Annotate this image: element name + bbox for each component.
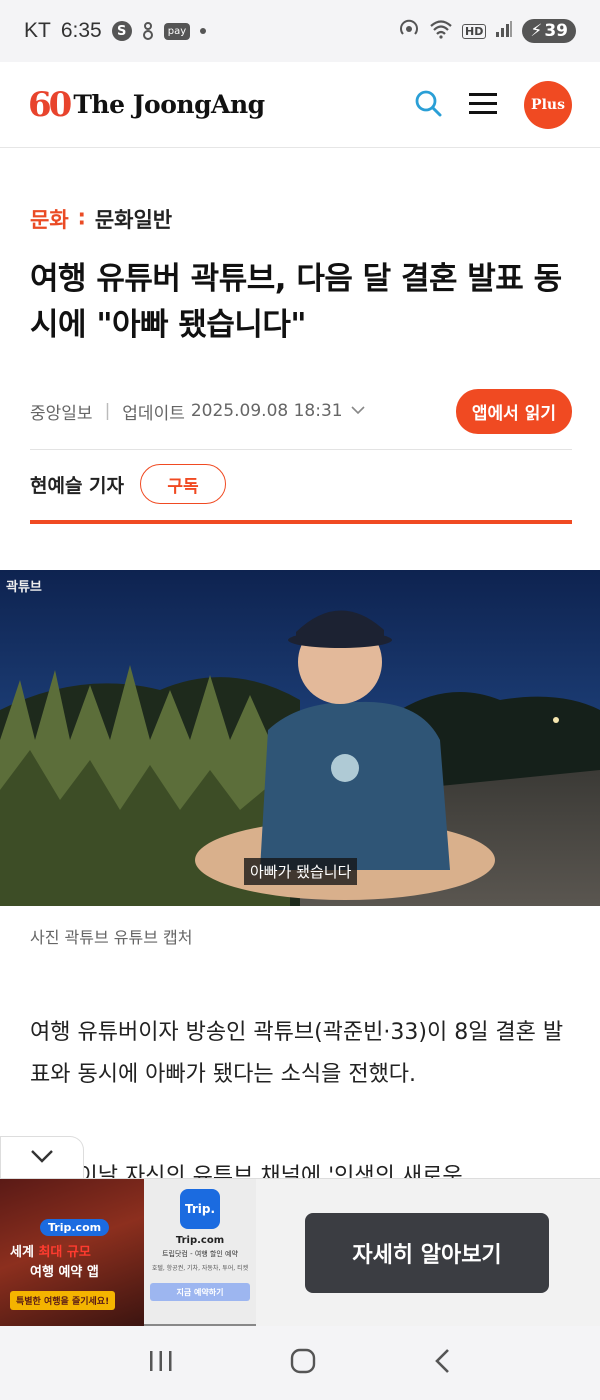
reporter-name[interactable]: 현예슬 기자	[30, 471, 124, 498]
recent-apps-icon[interactable]	[148, 1349, 174, 1377]
ad-banner[interactable]: Trip.com 세계 최대 규모 여행 예약 앱 특별한 여행을 즐기세요! …	[0, 1178, 600, 1327]
article-headline: 여행 유튜버 곽튜브, 다음 달 결혼 발표 동시에 "아빠 됐습니다"	[30, 261, 562, 343]
updated-label: 업데이트	[122, 403, 185, 424]
meta-divider: |	[104, 401, 111, 421]
search-icon[interactable]	[414, 89, 442, 121]
ad-image-line1-highlight: 최대 규모	[38, 1245, 91, 1260]
updated-time: 2025.09.08 18:31	[190, 401, 343, 421]
ad-small-cta[interactable]: 지금 예약하기	[150, 1283, 250, 1301]
video-subtitle: 아빠가 됐습니다	[244, 858, 358, 885]
breadcrumb-subsection[interactable]: 문화일반	[95, 204, 172, 234]
hotspot-icon	[398, 18, 420, 44]
ad-info-panel[interactable]: Trip. Trip.com 트립닷컴 - 여행 할인 예약 호텔, 항공권, …	[144, 1179, 256, 1327]
trip-logo: Trip.	[180, 1189, 220, 1229]
home-icon[interactable]	[289, 1347, 317, 1379]
reporter-row: 현예슬 기자 구독	[30, 464, 227, 504]
site-header: 60 The JoongAng Plus	[0, 62, 600, 148]
logo-wordmark: The JoongAng	[73, 90, 265, 119]
header-actions: Plus	[414, 80, 572, 129]
hd-icon: HD	[462, 23, 487, 39]
ad-brand: Trip.com	[175, 1235, 225, 1246]
joongang-logo[interactable]: 60 The JoongAng	[28, 85, 265, 125]
ad-collapse-button[interactable]	[0, 1136, 84, 1178]
article-photo[interactable]: 곽튜브 아빠가 됐습니다	[0, 570, 600, 906]
back-icon[interactable]	[432, 1347, 452, 1379]
ad-image-pill: Trip.com	[40, 1219, 110, 1236]
article-body-paragraph: 여행 유튜버이자 방송인 곽튜브(곽준빈·33)이 8일 결혼 발표와 동시에 …	[30, 1020, 564, 1087]
menu-icon[interactable]	[468, 91, 498, 119]
carrier-label: KT	[24, 19, 51, 42]
read-in-app-button[interactable]: 앱에서 읽기	[455, 388, 572, 434]
ad-image-line1: 세계 최대 규모	[10, 1241, 91, 1260]
article-source: 중앙일보	[30, 403, 93, 424]
location-icon	[142, 21, 154, 41]
article-meta: 중앙일보 | 업데이트 2025.09.08 18:31 앱에서 읽기	[30, 388, 572, 434]
photo-caption: 사진 곽튜브 유튜브 캡처	[30, 928, 193, 947]
notification-dot-icon	[200, 28, 207, 34]
charging-icon: ⚡	[530, 21, 543, 41]
ad-image-line1-prefix: 세계	[10, 1245, 39, 1260]
breadcrumb-section[interactable]: 문화	[30, 204, 69, 234]
status-right: HD ⚡ 39	[398, 18, 576, 44]
breadcrumb-separator: ∶	[78, 207, 85, 231]
wifi-icon	[429, 19, 453, 43]
photo-watermark: 곽튜브	[6, 580, 42, 595]
breadcrumb: 문화 ∶ 문화일반	[30, 204, 172, 234]
s-app-icon: S	[111, 21, 132, 41]
battery-level: 39	[544, 21, 568, 41]
meta-divider-line	[30, 449, 572, 450]
plus-button[interactable]: Plus	[524, 80, 572, 129]
signal-icon	[495, 20, 513, 42]
system-nav-bar	[0, 1326, 600, 1400]
accent-divider	[30, 520, 572, 524]
photo-scene	[0, 570, 600, 906]
chevron-down-icon[interactable]	[351, 403, 365, 419]
ad-image-line2: 여행 예약 앱	[30, 1265, 99, 1280]
article-body-cut-line: 그는 이날 자신의 유튜브 채널에 '인생의 새로운	[30, 1164, 463, 1178]
chevron-down-icon	[30, 1148, 54, 1167]
ad-learn-more-button[interactable]: 자세히 알아보기	[305, 1213, 549, 1293]
ad-image-ribbon: 특별한 여행을 즐기세요!	[10, 1291, 116, 1310]
battery-indicator: ⚡ 39	[522, 19, 576, 43]
pay-icon: pay	[163, 22, 191, 40]
ad-tagline: 트립닷컴 - 여행 할인 예약	[162, 1250, 238, 1258]
status-bar: KT 6:35 S pay HD ⚡ 39	[0, 0, 600, 62]
ad-image[interactable]: Trip.com 세계 최대 규모 여행 예약 앱 특별한 여행을 즐기세요!	[0, 1179, 144, 1327]
ad-categories: 호텔, 항공권, 기차, 자동차, 투어, 티켓	[151, 1265, 249, 1272]
subscribe-button[interactable]: 구독	[140, 464, 227, 504]
logo-anniversary-number: 60	[28, 84, 72, 125]
clock: 6:35	[60, 19, 102, 42]
status-left: KT 6:35 S pay	[24, 19, 207, 43]
